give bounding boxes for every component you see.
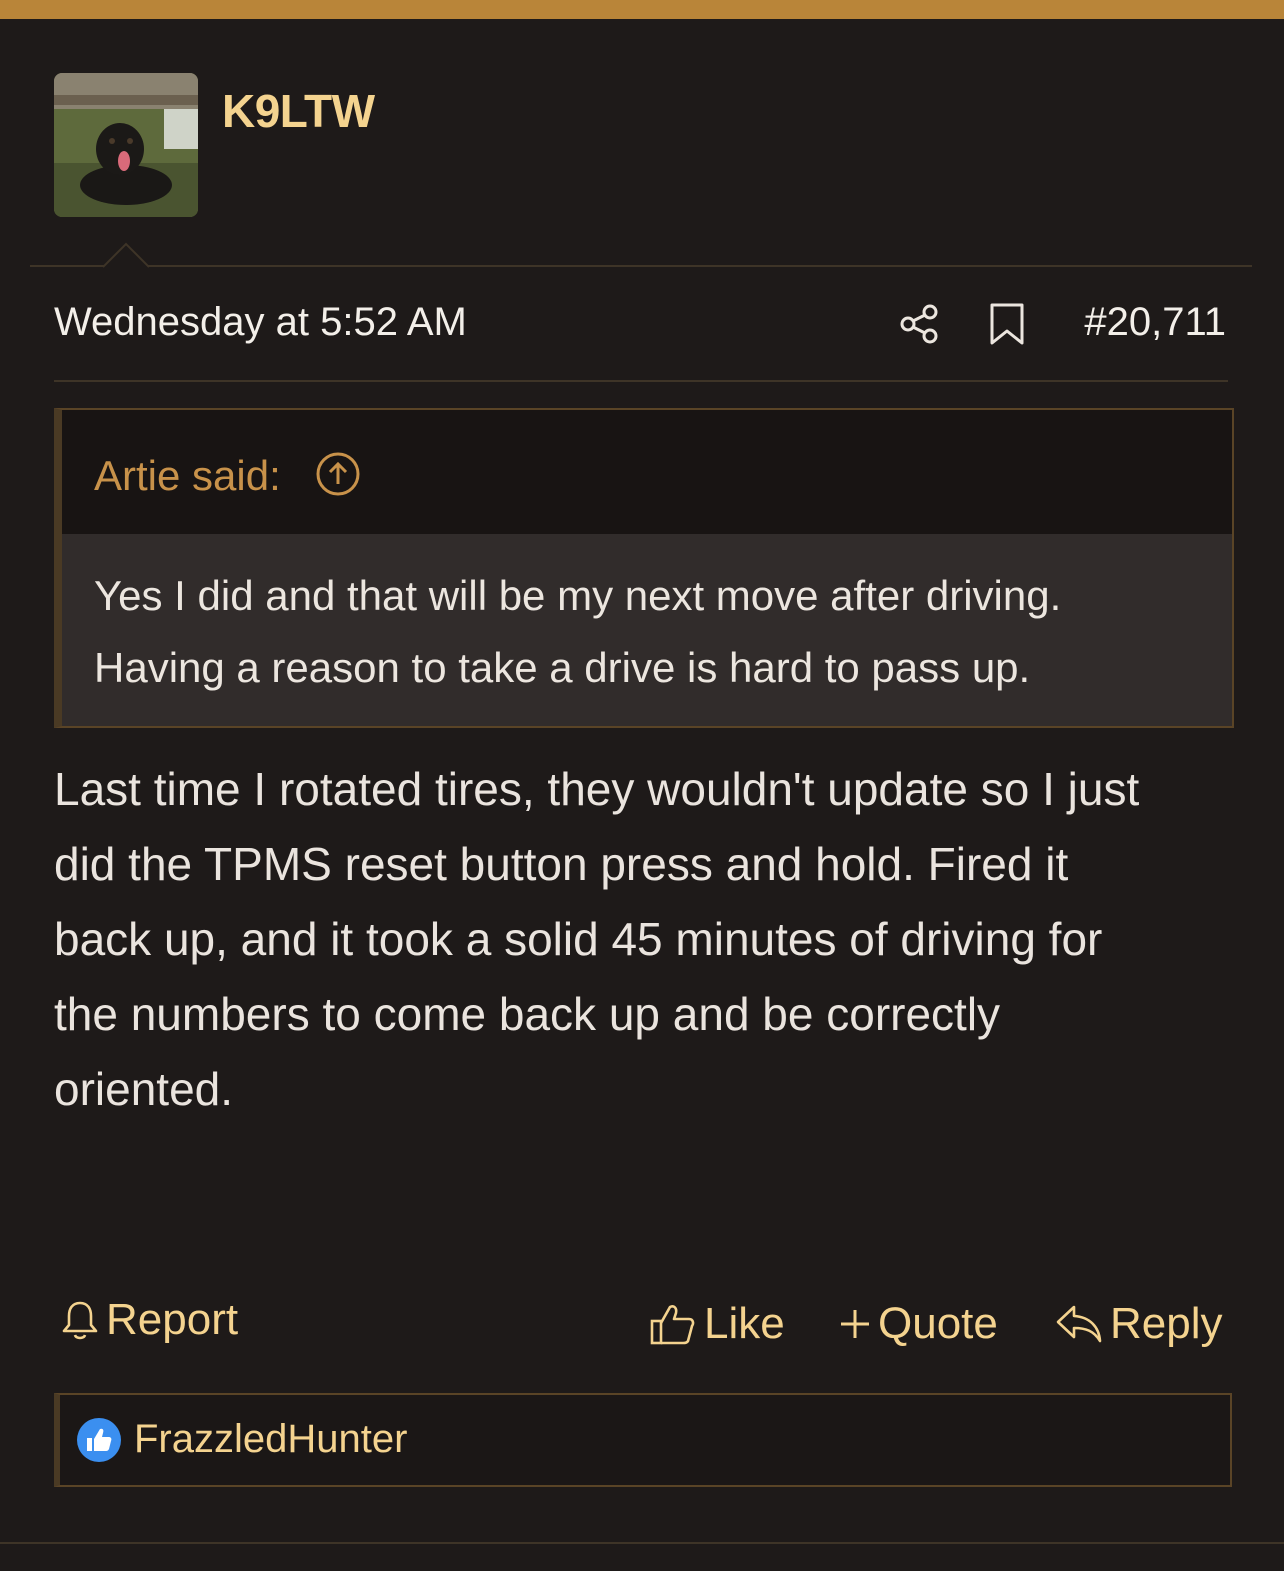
avatar[interactable] <box>54 73 198 217</box>
post-timestamp[interactable]: Wednesday at 5:52 AM <box>54 300 467 345</box>
top-accent-bar <box>0 0 1284 19</box>
like-button[interactable]: Like <box>648 1294 785 1354</box>
share-icon[interactable] <box>898 302 942 346</box>
report-label: Report <box>106 1295 239 1344</box>
message-line: did the TPMS reset button press and hold… <box>54 838 1069 890</box>
post-actions: Report Like Quote Reply <box>0 1290 1284 1360</box>
quote-button[interactable]: Quote <box>838 1294 998 1354</box>
quote-label: Quote <box>878 1299 998 1348</box>
header-divider <box>30 265 1252 267</box>
quote-attribution[interactable]: Artie said: <box>94 452 281 500</box>
message-line: Last time I rotated tires, they wouldn't… <box>54 763 1140 815</box>
quote-line: Having a reason to take a drive is hard … <box>94 644 1031 691</box>
bookmark-icon[interactable] <box>988 302 1026 346</box>
quote-header: Artie said: <box>62 410 1232 534</box>
message-line: back up, and it took a solid 45 minutes … <box>54 913 1103 965</box>
post-number[interactable]: #20,711 <box>1084 300 1226 345</box>
post-bottom-divider <box>0 1542 1284 1544</box>
quote-line: Yes I did and that will be my next move … <box>94 572 1062 619</box>
quote-text: Yes I did and that will be my next move … <box>94 560 1214 704</box>
avatar-dog-photo <box>54 73 198 217</box>
avatar-caret <box>103 242 149 268</box>
meta-divider <box>54 380 1228 382</box>
post-message: Last time I rotated tires, they wouldn't… <box>54 752 1244 1127</box>
thumbs-up-icon <box>650 1305 695 1345</box>
message-line: oriented. <box>54 1063 234 1115</box>
like-label: Like <box>704 1299 785 1348</box>
plus-icon <box>841 1310 869 1338</box>
username[interactable]: K9LTW <box>222 84 375 138</box>
report-button[interactable]: Report <box>60 1290 238 1350</box>
reaction-user-link[interactable]: FrazzledHunter <box>134 1417 407 1462</box>
quote-block: Artie said: Yes I did and that will be m… <box>54 408 1234 728</box>
reactions-bar: FrazzledHunter <box>54 1393 1232 1487</box>
reply-button[interactable]: Reply <box>1054 1294 1223 1354</box>
message-line: the numbers to come back up and be corre… <box>54 988 1001 1040</box>
arrow-up-circle-icon[interactable] <box>315 451 361 497</box>
reply-label: Reply <box>1110 1299 1223 1348</box>
like-reaction-icon <box>77 1418 121 1462</box>
bell-icon <box>62 1301 98 1340</box>
reply-arrow-icon <box>1056 1305 1102 1343</box>
